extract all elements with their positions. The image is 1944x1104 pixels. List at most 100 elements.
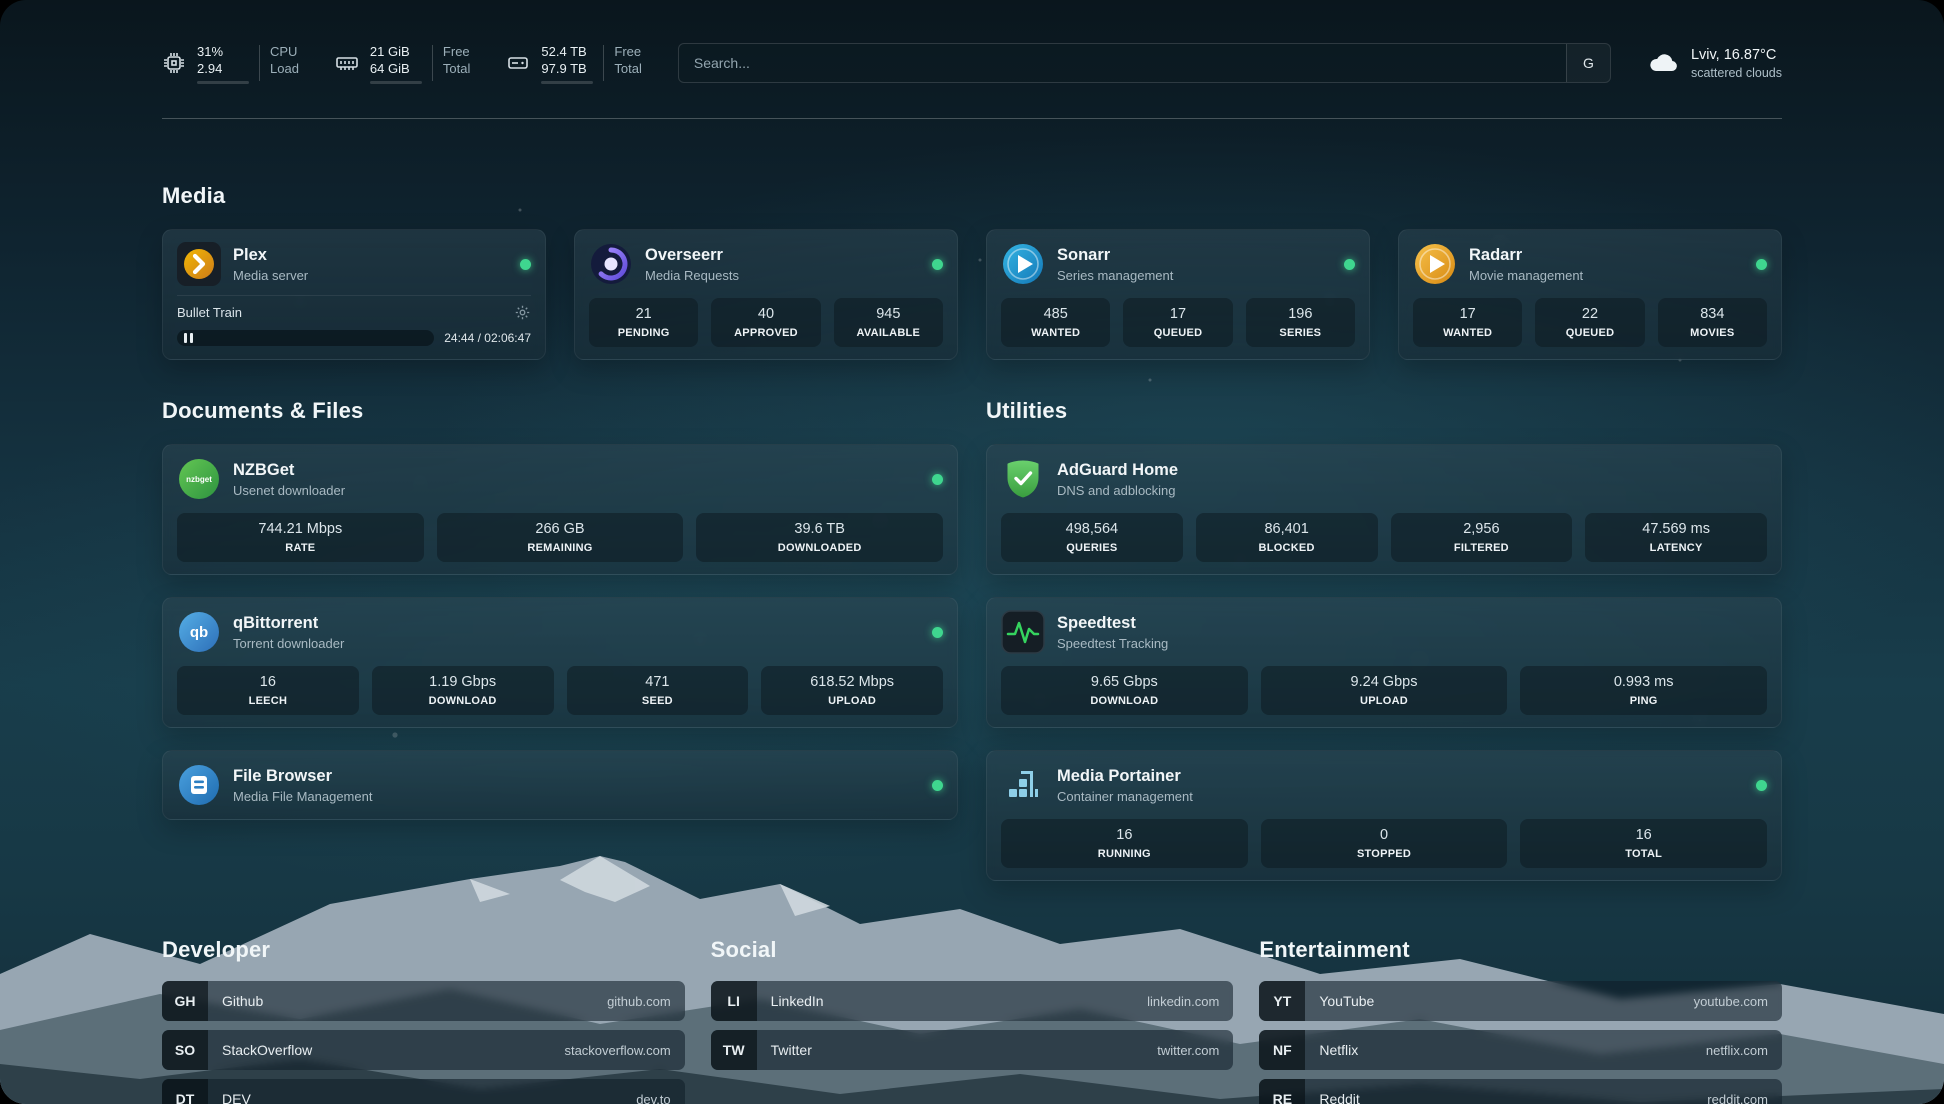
ram-metric: 21 GiB 64 GiB Free Total xyxy=(335,43,470,84)
stat-box: 16 TOTAL xyxy=(1520,819,1767,868)
status-dot xyxy=(1756,780,1767,791)
ram-free-value: 21 GiB xyxy=(370,43,422,60)
app-subtitle: Container management xyxy=(1057,788,1193,805)
header-divider xyxy=(162,118,1782,119)
bookmark-linkedin[interactable]: LI LinkedIn linkedin.com xyxy=(711,981,1234,1021)
bookmark-url: stackoverflow.com xyxy=(564,1043,670,1058)
stat-box: 618.52 Mbps UPLOAD xyxy=(761,666,943,715)
bookmark-abbr: DT xyxy=(162,1079,208,1104)
svg-text:qb: qb xyxy=(190,624,208,641)
cpu-label: CPU xyxy=(270,43,299,60)
overseerr-icon xyxy=(589,242,633,286)
cpu-load-label: Load xyxy=(270,60,299,77)
ram-free-label: Free xyxy=(443,43,470,60)
app-name: NZBGet xyxy=(233,460,345,481)
search-input[interactable] xyxy=(679,44,1566,82)
disk-icon xyxy=(506,51,530,75)
section-title-developer: Developer xyxy=(162,937,685,963)
stat-box: 21 PENDING xyxy=(589,298,698,347)
status-dot xyxy=(1756,259,1767,270)
stat-box: 266 GB REMAINING xyxy=(437,513,684,562)
divider xyxy=(603,45,604,81)
gear-icon[interactable] xyxy=(514,304,531,321)
app-subtitle: DNS and adblocking xyxy=(1057,482,1178,499)
app-name: Radarr xyxy=(1469,245,1583,266)
bookmark-dev[interactable]: DT DEV dev.to xyxy=(162,1079,685,1104)
radarr-card[interactable]: Radarr Movie management 17 WANTED 22 QUE… xyxy=(1398,229,1782,360)
filebrowser-card[interactable]: File Browser Media File Management xyxy=(162,750,958,820)
cpu-load-value: 2.94 xyxy=(197,60,249,77)
cpu-progress-bar xyxy=(197,81,249,84)
stat-box: 22 QUEUED xyxy=(1535,298,1644,347)
bookmark-abbr: YT xyxy=(1259,981,1305,1021)
speedtest-card[interactable]: Speedtest Speedtest Tracking 9.65 Gbps D… xyxy=(986,597,1782,728)
stat-box: 471 SEED xyxy=(567,666,749,715)
qbittorrent-card[interactable]: qb qBittorrent Torrent downloader xyxy=(162,597,958,728)
adguard-card[interactable]: AdGuard Home DNS and adblocking 498,564 … xyxy=(986,444,1782,575)
weather-widget: Lviv, 16.87°C scattered clouds xyxy=(1647,46,1782,81)
bookmark-youtube[interactable]: YT YouTube youtube.com xyxy=(1259,981,1782,1021)
now-playing-title: Bullet Train xyxy=(177,305,242,320)
disk-progress-bar xyxy=(541,81,593,84)
portainer-card[interactable]: Media Portainer Container management 16 … xyxy=(986,750,1782,881)
bookmark-twitter[interactable]: TW Twitter twitter.com xyxy=(711,1030,1234,1070)
bookmark-name: Github xyxy=(222,993,263,1009)
bookmark-abbr: SO xyxy=(162,1030,208,1070)
plex-icon xyxy=(177,242,221,286)
section-title-media: Media xyxy=(162,183,1782,209)
section-title-social: Social xyxy=(711,937,1234,963)
search-engine-button[interactable]: G xyxy=(1566,44,1610,82)
stat-box: 40 APPROVED xyxy=(711,298,820,347)
bookmark-name: YouTube xyxy=(1319,993,1374,1009)
top-header: 31% 2.94 CPU Load xyxy=(162,34,1782,92)
documents-column: Documents & Files nzbget xyxy=(162,398,958,820)
sonarr-card[interactable]: Sonarr Series management 485 WANTED 17 Q… xyxy=(986,229,1370,360)
disk-free-label: Free xyxy=(614,43,641,60)
bookmarks-entertainment: Entertainment YT YouTube youtube.com NF … xyxy=(1259,937,1782,1104)
stat-box: 0 STOPPED xyxy=(1261,819,1508,868)
stat-box: 9.24 Gbps UPLOAD xyxy=(1261,666,1508,715)
nzbget-card[interactable]: nzbget NZBGet Usenet downloader 74 xyxy=(162,444,958,575)
app-name: File Browser xyxy=(233,766,372,787)
bookmark-abbr: LI xyxy=(711,981,757,1021)
stat-box: 2,956 FILTERED xyxy=(1391,513,1573,562)
app-subtitle: Speedtest Tracking xyxy=(1057,635,1168,652)
pause-icon[interactable] xyxy=(184,333,193,343)
stat-box: 945 AVAILABLE xyxy=(834,298,943,347)
stat-box: 0.993 ms PING xyxy=(1520,666,1767,715)
dashboard-window: 31% 2.94 CPU Load xyxy=(0,0,1944,1104)
disk-free-value: 52.4 TB xyxy=(541,43,593,60)
ram-total-value: 64 GiB xyxy=(370,60,422,77)
overseerr-card[interactable]: Overseerr Media Requests 21 PENDING 40 A… xyxy=(574,229,958,360)
bookmark-reddit[interactable]: RE Reddit reddit.com xyxy=(1259,1079,1782,1104)
bookmark-name: DEV xyxy=(222,1091,251,1104)
app-name: Sonarr xyxy=(1057,245,1173,266)
bookmark-stackoverflow[interactable]: SO StackOverflow stackoverflow.com xyxy=(162,1030,685,1070)
bookmark-abbr: NF xyxy=(1259,1030,1305,1070)
portainer-icon xyxy=(1001,763,1045,807)
app-subtitle: Torrent downloader xyxy=(233,635,344,652)
playback-progress-track[interactable] xyxy=(177,330,434,346)
disk-total-value: 97.9 TB xyxy=(541,60,593,77)
app-name: Speedtest xyxy=(1057,613,1168,634)
status-dot xyxy=(932,627,943,638)
search-bar: G xyxy=(678,43,1611,83)
bookmark-name: Reddit xyxy=(1319,1091,1359,1104)
bookmark-url: twitter.com xyxy=(1157,1043,1219,1058)
stat-box: 17 WANTED xyxy=(1413,298,1522,347)
status-dot xyxy=(1344,259,1355,270)
bookmark-netflix[interactable]: NF Netflix netflix.com xyxy=(1259,1030,1782,1070)
stat-box: 744.21 Mbps RATE xyxy=(177,513,424,562)
bookmark-name: Twitter xyxy=(771,1042,812,1058)
stat-box: 498,564 QUERIES xyxy=(1001,513,1183,562)
app-subtitle: Usenet downloader xyxy=(233,482,345,499)
qbittorrent-icon: qb xyxy=(177,610,221,654)
stat-box: 834 MOVIES xyxy=(1658,298,1767,347)
app-subtitle: Movie management xyxy=(1469,267,1583,284)
bookmarks-social: Social LI LinkedIn linkedin.com TW Twitt… xyxy=(711,937,1234,1104)
speedtest-icon xyxy=(1001,610,1045,654)
bookmark-github[interactable]: GH Github github.com xyxy=(162,981,685,1021)
plex-card[interactable]: Plex Media server Bullet Train xyxy=(162,229,546,360)
app-name: qBittorrent xyxy=(233,613,344,634)
stat-box: 86,401 BLOCKED xyxy=(1196,513,1378,562)
